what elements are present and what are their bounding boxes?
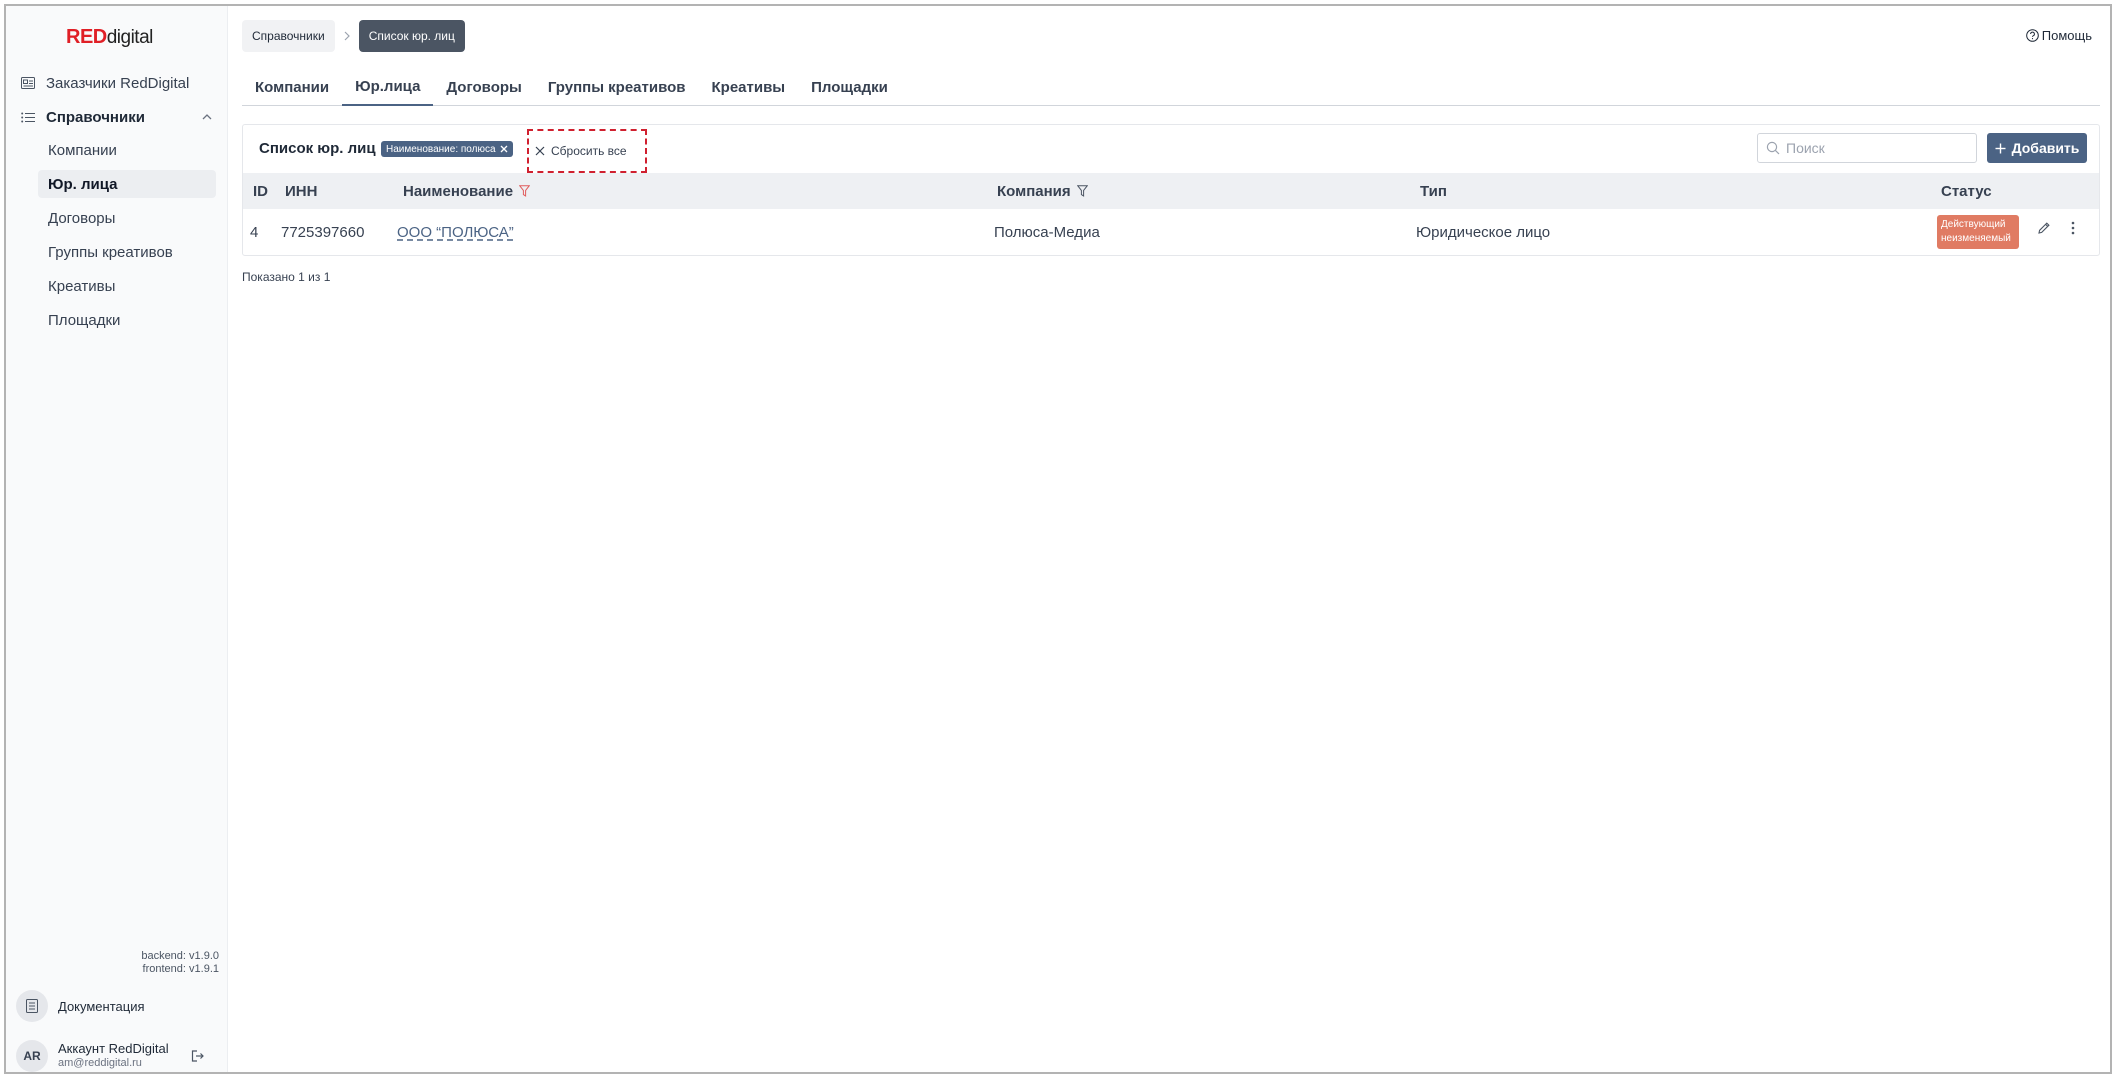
reset-filters-button[interactable]: Сбросить все bbox=[527, 129, 647, 173]
filter-icon-active[interactable] bbox=[519, 185, 531, 197]
tab-legal-entities[interactable]: Юр.лица bbox=[342, 68, 434, 106]
sidebar-item-contracts[interactable]: Договоры bbox=[38, 204, 216, 232]
backend-version: backend: v1.9.0 bbox=[141, 950, 219, 962]
cell-name-wrap: ООО “ПОЛЮСА” bbox=[397, 209, 514, 255]
filter-chip[interactable]: Наименование: полюса bbox=[381, 141, 513, 157]
sidebar-item-platforms[interactable]: Площадки bbox=[38, 306, 216, 334]
cell-id: 4 bbox=[250, 223, 259, 241]
tab-creatives[interactable]: Креативы bbox=[699, 68, 799, 106]
logout-icon[interactable] bbox=[191, 1050, 204, 1062]
avatar[interactable]: AR bbox=[16, 1040, 48, 1072]
column-header-id[interactable]: ID bbox=[253, 173, 268, 209]
account-email: am@reddigital.ru bbox=[58, 1057, 142, 1069]
account-name: Аккаунт RedDigital bbox=[58, 1041, 169, 1056]
sidebar-item-creatives[interactable]: Креативы bbox=[38, 272, 216, 300]
sidebar-item-creative-groups[interactable]: Группы креативов bbox=[38, 238, 216, 266]
logo[interactable]: REDdigital bbox=[66, 26, 153, 49]
tab-bar: Компании Юр.лица Договоры Группы креатив… bbox=[242, 68, 2100, 106]
breadcrumb-directories[interactable]: Справочники bbox=[242, 20, 335, 52]
chevron-up-icon[interactable] bbox=[202, 114, 212, 120]
frontend-version: frontend: v1.9.1 bbox=[142, 963, 219, 975]
close-icon[interactable] bbox=[500, 145, 508, 153]
sidebar-item-customers[interactable]: Заказчики RedDigital bbox=[20, 70, 216, 96]
id-card-icon bbox=[20, 75, 36, 91]
close-icon bbox=[535, 146, 545, 156]
filter-chip-label: Наименование: полюса bbox=[386, 143, 496, 155]
column-header-label: Компания bbox=[997, 182, 1071, 200]
sidebar-group-directories[interactable]: Справочники bbox=[20, 104, 216, 130]
column-header-label: Наименование bbox=[403, 182, 514, 200]
status-line-1: Действующий bbox=[1941, 219, 2006, 230]
filter-icon[interactable] bbox=[1076, 185, 1088, 197]
card-header: Список юр. лиц Наименование: полюса Сбро… bbox=[243, 125, 2099, 173]
list-icon bbox=[20, 109, 36, 125]
table-row[interactable]: 4 7725397660 ООО “ПОЛЮСА” Полюса-Медиа Ю… bbox=[243, 209, 2099, 255]
tab-companies[interactable]: Компании bbox=[242, 68, 342, 106]
column-header-status[interactable]: Статус bbox=[1941, 173, 1992, 209]
documentation-label: Документация bbox=[58, 998, 145, 1014]
cell-type: Юридическое лицо bbox=[1416, 223, 1551, 241]
help-link[interactable]: Помощь bbox=[2025, 28, 2092, 43]
sidebar-group-label: Справочники bbox=[46, 108, 145, 126]
legal-entities-card: Список юр. лиц Наименование: полюса Сбро… bbox=[242, 124, 2100, 256]
edit-icon[interactable] bbox=[2037, 221, 2051, 235]
table-header: ID ИНН Наименование Компания Тип Статус bbox=[243, 173, 2099, 209]
column-header-name[interactable]: Наименование bbox=[403, 173, 531, 209]
list-title: Список юр. лиц bbox=[259, 140, 376, 157]
sidebar: REDdigital Заказчики RedDigital Справочн… bbox=[6, 6, 228, 1072]
more-vertical-icon[interactable] bbox=[2071, 221, 2075, 235]
tab-platforms[interactable]: Площадки bbox=[798, 68, 901, 106]
status-badge: Действующий неизменяемый bbox=[1937, 215, 2019, 249]
search-icon bbox=[1766, 141, 1780, 155]
help-label: Помощь bbox=[2041, 28, 2092, 43]
app-window: REDdigital Заказчики RedDigital Справочн… bbox=[4, 4, 2112, 1074]
column-header-inn[interactable]: ИНН bbox=[285, 173, 317, 209]
sidebar-item-label: Заказчики RedDigital bbox=[46, 74, 190, 92]
legal-entity-name-link[interactable]: ООО “ПОЛЮСА” bbox=[397, 224, 514, 241]
plus-icon bbox=[1995, 143, 2006, 154]
search-box bbox=[1757, 133, 1977, 163]
cell-company: Полюса-Медиа bbox=[994, 223, 1100, 241]
column-header-company[interactable]: Компания bbox=[997, 173, 1088, 209]
column-header-type[interactable]: Тип bbox=[1420, 173, 1447, 209]
breadcrumb: Справочники Список юр. лиц bbox=[242, 20, 465, 52]
sidebar-item-companies[interactable]: Компании bbox=[38, 136, 216, 164]
chevron-right-icon bbox=[344, 29, 350, 44]
breadcrumb-current: Список юр. лиц bbox=[358, 20, 465, 52]
pagination-summary: Показано 1 из 1 bbox=[242, 270, 331, 284]
sidebar-item-legal-entities[interactable]: Юр. лица bbox=[38, 170, 216, 198]
status-line-2: неизменяемый bbox=[1941, 233, 2011, 244]
search-input[interactable] bbox=[1786, 140, 1966, 156]
add-button-label: Добавить bbox=[2011, 140, 2080, 156]
version-info: backend: v1.9.0 frontend: v1.9.1 bbox=[141, 950, 219, 976]
document-icon bbox=[16, 990, 48, 1022]
reset-filters-label: Сбросить все bbox=[551, 144, 627, 158]
sidebar-subnav: Компании Юр. лица Договоры Группы креати… bbox=[38, 136, 216, 340]
help-icon bbox=[2025, 29, 2039, 42]
add-button[interactable]: Добавить bbox=[1987, 133, 2087, 163]
cell-inn: 7725397660 bbox=[281, 223, 365, 241]
logo-red: RED bbox=[66, 26, 107, 48]
tab-contracts[interactable]: Договоры bbox=[433, 68, 534, 106]
account-block: AR Аккаунт RedDigital am@reddigital.ru bbox=[16, 1038, 216, 1072]
tab-creative-groups[interactable]: Группы креативов bbox=[535, 68, 699, 106]
documentation-link[interactable]: Документация bbox=[16, 988, 216, 1024]
logo-digital: digital bbox=[106, 27, 154, 48]
